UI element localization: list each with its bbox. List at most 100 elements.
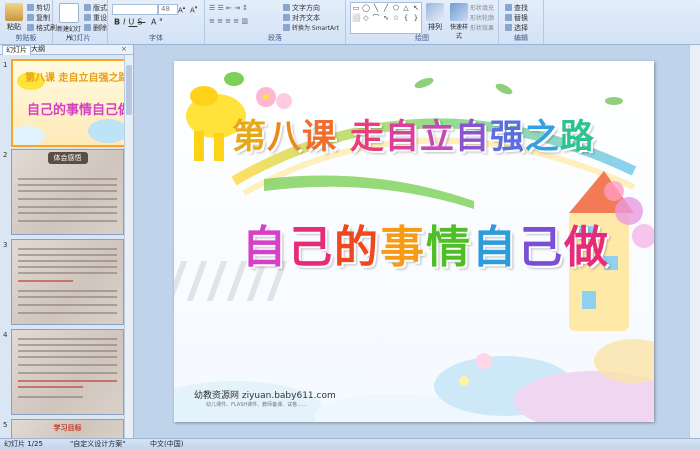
panel-scrollbar[interactable] (124, 55, 133, 438)
brush-icon (27, 24, 34, 31)
paragraph-group: ☰ ☰ ⇤ ⇥ ↕ ≡ ≡ ≡ ≡ ▥ 文字方向 对齐文本 转换为 SmartA… (205, 0, 346, 44)
tab-slides[interactable]: 幻灯片 (2, 45, 31, 55)
slide-title-line1[interactable]: 第八课 走自立自强之路 (232, 109, 595, 158)
thumb-text-line (18, 296, 117, 298)
shape-fill-button[interactable]: 形状填充 (470, 3, 494, 12)
thumb-text-line (18, 184, 117, 186)
slide-thumbnail-2[interactable]: 体会感悟 (11, 149, 124, 235)
thumb-text-line (18, 280, 73, 282)
thumb2-title: 体会感悟 (47, 152, 88, 164)
editing-group: 查找 替换 选择 编辑 (499, 0, 544, 44)
scrollbar-thumb[interactable] (126, 65, 132, 115)
status-slide-info: 幻灯片 1/25 (4, 440, 43, 448)
replace-button[interactable]: 替换 (505, 13, 528, 22)
thumb-number: 2 (3, 151, 8, 159)
arrange-icon (426, 3, 444, 21)
title1-char: 强 (489, 117, 525, 157)
align-text-button[interactable]: 对齐文本 (283, 13, 320, 22)
text-direction-button[interactable]: 文字方向 (283, 3, 320, 12)
slide-thumbnail-1[interactable]: 第八课 走自立自强之路 自己的事情自己做 (11, 59, 126, 147)
status-bar: 幻灯片 1/25 "自定义设计方案" 中文(中国) (0, 438, 700, 450)
quick-styles-icon (450, 3, 468, 21)
title2-char: 己 (518, 222, 564, 273)
thumb-text-line (18, 356, 117, 358)
cut-button[interactable]: 剪切 (27, 3, 50, 12)
thumb-text-line (18, 312, 117, 314)
font-size-select[interactable]: 48 (158, 4, 178, 15)
title2-char: 做 (564, 222, 610, 273)
align-buttons[interactable]: ≡ ≡ ≡ ≡ ▥ (209, 17, 248, 26)
thumb5-title: 学习目标 (53, 424, 82, 432)
thumb-text-line (18, 272, 117, 274)
title1-char: 之 (524, 117, 560, 157)
select-button[interactable]: 选择 (505, 23, 528, 32)
thumb-text-line (18, 266, 117, 268)
ribbon: 粘贴 剪切 复制 格式刷 剪贴板 新建幻灯片 版式 重设 删除 幻灯片 48 A… (0, 0, 700, 45)
delete-button[interactable]: 删除 (84, 23, 107, 32)
title1-char: 课 (302, 117, 337, 157)
title1-char: 自 (384, 117, 420, 157)
new-slide-icon (59, 3, 79, 23)
thumb-text-line (18, 386, 83, 388)
clipboard-group: 粘贴 剪切 复制 格式刷 剪贴板 (0, 0, 57, 44)
shrink-font-button[interactable]: A▾ (190, 5, 197, 14)
find-button[interactable]: 查找 (505, 3, 528, 12)
delete-icon (84, 24, 91, 31)
title2-char: 的 (334, 222, 380, 273)
thumb-number: 1 (3, 61, 8, 69)
title2-char: 己 (288, 222, 334, 273)
thumb-text-line (18, 198, 117, 200)
reset-icon (84, 14, 91, 21)
title2-char: 事 (380, 222, 426, 273)
thumb-number: 3 (3, 241, 8, 249)
format-buttons[interactable]: BIUS Aa (114, 17, 166, 27)
title1-char: 自 (454, 117, 490, 157)
editor-scrollbar[interactable] (689, 45, 700, 438)
tab-outline[interactable]: 大纲 (28, 45, 48, 54)
thumb-text-line (18, 396, 83, 398)
paste-button[interactable]: 粘贴 (2, 3, 26, 32)
copy-button[interactable]: 复制 (27, 13, 50, 22)
font-name-select[interactable] (112, 4, 158, 15)
bullets-button[interactable]: ☰ ☰ ⇤ ⇥ ↕ (209, 4, 248, 13)
slide-thumbnail-4[interactable] (11, 329, 124, 415)
thumb-number: 5 (3, 421, 8, 429)
slide-thumbnail-5[interactable]: 学习目标 (11, 419, 124, 439)
thumb-text-line (18, 338, 117, 340)
thumb-text-line (18, 178, 117, 180)
drawing-label: 绘图 (415, 34, 429, 42)
smartart-button[interactable]: 转换为 SmartArt (283, 23, 339, 32)
thumb-text-line (18, 220, 117, 222)
thumb-text-line (18, 260, 117, 262)
slide-title-line2[interactable]: 自己的事情自己做 (242, 211, 610, 275)
slide-thumbnail-3[interactable] (11, 239, 124, 325)
arrange-button[interactable]: 排列 (424, 3, 446, 32)
thumb-text-line (18, 304, 117, 306)
status-theme: "自定义设计方案" (70, 440, 126, 448)
paragraph-label: 段落 (268, 34, 282, 42)
shapes-gallery[interactable]: ▭ ◯ ╲ ╱ ⬠ △ ↖ ⬜ ◇ ⌒ ∿ ☆{} (350, 2, 422, 34)
clipboard-label: 剪贴板 (15, 34, 37, 42)
slides-group: 新建幻灯片 版式 重设 删除 幻灯片 (53, 0, 108, 44)
thumb-text-line (18, 364, 117, 366)
thumb-text-line (18, 380, 117, 382)
title1-char (337, 117, 350, 157)
title2-char: 自 (242, 222, 288, 273)
cursor-icon (505, 24, 512, 31)
panel-tabs: 幻灯片 大纲 × (0, 45, 133, 55)
shape-outline-button[interactable]: 形状轮廓 (470, 13, 494, 22)
thumb-number: 4 (3, 331, 8, 339)
slide-footer: 幼教资源网 ziyuan.baby611.com (194, 391, 336, 401)
thumb1-line2: 自己的事情自己做 (27, 103, 126, 118)
current-slide[interactable]: 第八课 走自立自强之路 自己的事情自己做 幼教资源网 ziyuan.baby61… (174, 61, 654, 422)
reset-button[interactable]: 重设 (84, 13, 107, 22)
thumb-text-line (18, 344, 117, 346)
thumb-text-line (18, 248, 117, 250)
grow-font-button[interactable]: A▴ (178, 5, 185, 14)
close-panel-icon[interactable]: × (118, 45, 130, 54)
title2-char: 自 (472, 222, 518, 273)
layout-button[interactable]: 版式 (84, 3, 107, 12)
thumb1-line1: 第八课 走自立自强之路 (25, 73, 126, 84)
thumb-text-line (18, 290, 117, 292)
shape-effects-button[interactable]: 形状效果 (470, 23, 494, 32)
